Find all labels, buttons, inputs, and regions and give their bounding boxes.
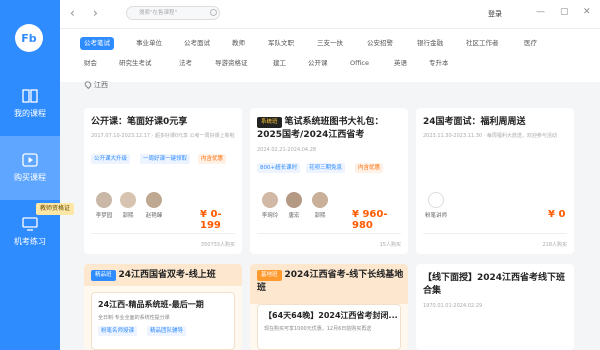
price: ¥ 0-199 — [200, 209, 222, 231]
card-date: 2024.02.21-2024.04.28 — [257, 147, 317, 153]
filter-tag[interactable]: 事业单位 — [132, 37, 166, 50]
filter-tag[interactable]: Office — [346, 57, 373, 70]
brand-logo-icon — [428, 192, 444, 208]
sidebar: Fb 我的课程 购买课程 机考练习 — [0, 0, 60, 350]
filter-tag[interactable]: 研究生考试 — [115, 57, 156, 70]
computer-icon — [22, 217, 38, 231]
card-date: 2017.07.10-2023.12.17 · 超多好课0元享 公考一周好课上新… — [91, 133, 235, 139]
card-date: 2023.11.30-2023.11.30 · 每周福利大放送，欢迎参与活动 — [423, 133, 557, 139]
maximize-icon[interactable]: ▢ — [560, 7, 569, 17]
filter-tag[interactable]: 医疗 — [520, 37, 541, 50]
sidebar-item-label: 购买课程 — [14, 173, 46, 182]
filter-tag[interactable]: 建工 — [269, 57, 290, 70]
avatar — [286, 192, 302, 208]
divider — [91, 233, 235, 234]
sidebar-item-my-courses[interactable]: 我的课程 — [0, 72, 60, 136]
divider — [423, 233, 567, 234]
forward-icon[interactable]: › — [93, 7, 103, 19]
filter-tag[interactable]: 英语 — [390, 57, 411, 70]
inner-title: 【64天64晚】2024江西省考封闭... — [264, 311, 398, 320]
price: ¥ 960-980 — [352, 209, 388, 231]
search-input[interactable]: 搜索"在售课程" — [126, 6, 220, 20]
tooltip: 教师资格证 — [36, 203, 75, 215]
category-filter: 公考笔试 事业单位 公考面试 教师 军队文职 三支一扶 公安招警 银行金融 社区… — [60, 28, 600, 82]
teacher: 唐宏 — [280, 192, 308, 219]
sidebar-item-buy-courses[interactable]: 购买课程 — [0, 136, 60, 200]
sidebar-item-label: 我的课程 — [14, 109, 46, 118]
course-card[interactable]: 【线下面授】2024江西省考线下班合集 1970.01.01-2024.02.2… — [416, 264, 574, 350]
avatar — [146, 192, 162, 208]
inner-card: 24江西-精品系统班-最后一期 全日制·专业全面的系统性提分课 粉笔名师授课 精… — [91, 292, 235, 350]
course-card[interactable]: 公开课：笔面好课0元享 2017.07.10-2023.12.17 · 超多好课… — [84, 108, 242, 254]
play-icon — [22, 153, 38, 167]
card-title: 精品班 24江西国省双考-线上班 — [91, 269, 241, 282]
purchase-count: 218人购买 — [542, 242, 567, 248]
teacher: 郭熙 — [114, 192, 142, 219]
avatar — [312, 192, 328, 208]
sidebar-item-label: 机考练习 — [14, 237, 46, 246]
filter-tag[interactable]: 社区工作者 — [462, 37, 503, 50]
main-area: ‹ › 搜索"在售课程" 登录 — ▢ ✕ 公考笔试 事业单位 公考面试 教师 … — [60, 0, 600, 350]
class-badge: 系统班 — [257, 117, 282, 128]
filter-tag[interactable]: 军队文职 — [264, 37, 298, 50]
card-date: 1970.01.01-2024.02.29 — [423, 303, 483, 309]
inner-title: 24江西-精品系统班-最后一期 — [98, 300, 204, 309]
card-title: 系统班 笔试系统班图书大礼包：2025国考/2024江西省考 — [257, 117, 384, 140]
top-bar: ‹ › 搜索"在售课程" 登录 — ▢ ✕ — [60, 0, 600, 28]
inner-subtitle: 现在购买可享1000元优惠，12月6日前购买再送 — [264, 326, 372, 332]
divider — [257, 233, 401, 234]
feature-chip: 精品团队辅导 — [147, 326, 187, 336]
filter-tag[interactable]: 公考面试 — [180, 37, 214, 50]
filter-tag[interactable]: 公开课 — [304, 57, 332, 70]
inner-card: 【64天64晚】2024江西省考封闭... 现在购买可享1000元优惠，12月6… — [257, 304, 401, 350]
filter-tag[interactable]: 专升本 — [425, 57, 453, 70]
inner-subtitle: 全日制·专业全面的系统性提分课 — [98, 315, 170, 321]
filter-tag[interactable]: 导游资格证 — [211, 57, 252, 70]
card-title: 公开课：笔面好课0元享 — [91, 117, 188, 127]
discount-chip: 内含优惠 — [198, 154, 227, 164]
purchase-count: 350733人购买 — [200, 242, 235, 248]
teacher: 赵艳臻 — [140, 192, 168, 219]
minimize-icon[interactable]: — — [536, 7, 545, 17]
purchase-count: 15人购买 — [379, 242, 401, 248]
book-icon — [22, 89, 38, 103]
course-card[interactable]: 系统班 笔试系统班图书大礼包：2025国考/2024江西省考 2024.02.21… — [250, 108, 408, 254]
course-card[interactable]: 基地班 2024江西省考-线下长线基地班 【64天64晚】2024江西省考封闭..… — [250, 264, 408, 350]
avatar — [96, 192, 112, 208]
avatar — [120, 192, 136, 208]
course-card[interactable]: 精品班 24江西国省双考-线上班 24江西-精品系统班-最后一期 全日制·专业全面… — [84, 264, 242, 350]
filter-tag[interactable]: 银行金融 — [413, 37, 447, 50]
class-badge: 基地班 — [257, 270, 282, 281]
feature-chip: 公开课大升级 — [91, 154, 131, 164]
filter-tag[interactable]: 公安招警 — [363, 37, 397, 50]
feature-chip: 花呗三期免息 — [306, 163, 346, 173]
filter-tag[interactable]: 财会 — [80, 57, 101, 70]
filter-tag[interactable]: 法考 — [175, 57, 196, 70]
back-icon[interactable]: ‹ — [70, 7, 80, 19]
filter-tag[interactable]: 教师 — [228, 37, 249, 50]
card-title: 基地班 2024江西省考-线下长线基地班 — [257, 270, 404, 293]
course-card[interactable]: 24国考面试：福利周周送 2023.11.30-2023.11.30 · 每周福… — [416, 108, 574, 254]
filter-tag[interactable]: 三支一扶 — [313, 37, 347, 50]
card-title: 【线下面授】2024江西省考线下班合集 — [423, 273, 566, 296]
feature-chip: 粉笔名师授课 — [98, 326, 138, 336]
location-pin-icon — [83, 79, 93, 90]
location-selector[interactable]: 江西 — [83, 79, 108, 90]
avatar — [262, 192, 278, 208]
card-title: 24国考面试：福利周周送 — [423, 117, 526, 127]
close-icon[interactable]: ✕ — [583, 7, 591, 17]
feature-chip: 800+超长课时 — [257, 163, 301, 173]
search-icon — [210, 9, 217, 16]
filter-tag[interactable]: 公考笔试 — [80, 37, 114, 50]
app-logo: Fb — [15, 24, 43, 52]
price: ¥ 0 — [548, 209, 566, 220]
teacher: 郭熙 — [306, 192, 334, 219]
feature-chip: 一周好课一键领取 — [140, 154, 191, 164]
class-badge: 精品班 — [91, 270, 116, 281]
login-button[interactable]: 登录 — [488, 9, 502, 19]
teacher: 粉笔讲师 — [419, 192, 453, 219]
discount-chip: 内含优惠 — [355, 163, 384, 173]
